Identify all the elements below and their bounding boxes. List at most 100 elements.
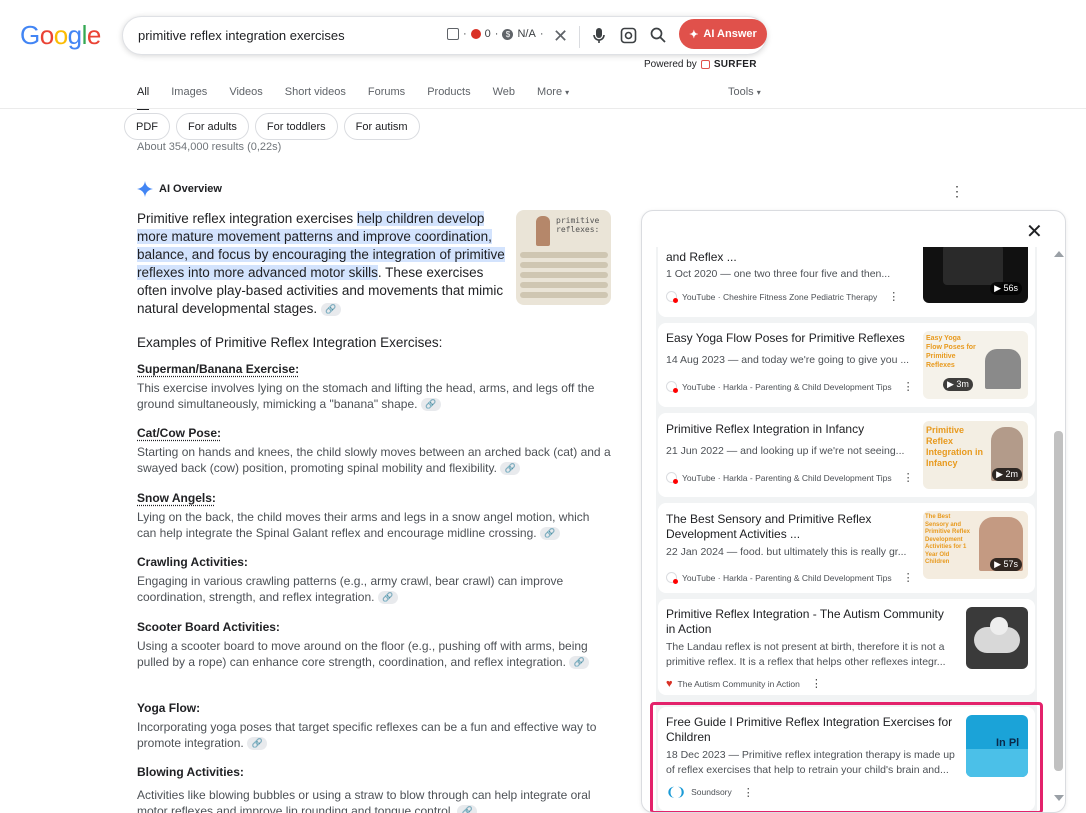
sources-list[interactable]: and Reflex ... 1 Oct 2020 — one two thre… [656,247,1037,812]
chip-for-adults[interactable]: For adults [176,113,249,140]
card-title[interactable]: Primitive Reflex Integration - The Autis… [666,607,956,637]
card-source: YouTube · Cheshire Fitness Zone Pediatri… [666,290,899,303]
card-title[interactable]: The Best Sensory and Primitive Reflex De… [666,512,906,542]
more-options-icon[interactable]: ⋮ [888,290,899,303]
card-snippet: 18 Dec 2023 — Primitive reflex integrati… [666,749,955,761]
card-source: ♥ The Autism Community in Action ⋮ [666,677,822,691]
link-icon[interactable]: 🔗 [457,805,478,813]
tab-web[interactable]: Web [493,86,515,110]
card-snippet: 21 Jun 2022 — and looking up if we're no… [666,445,905,457]
alert-icon [470,29,481,39]
example-title: Yoga Flow: [137,701,201,715]
example-desc: Starting on hands and knees, the child s… [137,445,611,475]
more-options-icon[interactable]: ⋮ [950,183,964,200]
example-item: Cat/Cow Pose: Starting on hands and knee… [137,426,612,476]
ai-overview-title: AI Overview [159,183,222,195]
source-thumbnail[interactable] [966,607,1028,669]
tab-short-videos[interactable]: Short videos [285,86,346,110]
ai-answer-button[interactable]: ✦ AI Answer [679,19,767,49]
source-card[interactable]: and Reflex ... 1 Oct 2020 — one two thre… [658,247,1035,317]
thumbnail-text: Primitive Reflex Integration in Infancy [926,425,983,468]
tab-all[interactable]: All [137,86,150,110]
link-icon[interactable]: 🔗 [420,398,441,412]
link-icon[interactable]: 🔗 [569,656,590,670]
example-title: Scooter Board Activities: [137,620,280,634]
link-icon[interactable]: 🔗 [320,302,341,316]
search-tabs: All Images Videos Short videos Forums Pr… [137,86,591,110]
ai-overview-intro: Primitive reflex integration exercises h… [137,211,505,316]
overview-thumbnail[interactable]: primitive reflexes: [516,210,611,305]
thumbnail-text: Easy Yoga Flow Poses for Primitive Refle… [926,335,976,369]
video-thumbnail[interactable]: Primitive Reflex Integration in Infancy … [923,421,1028,489]
search-input[interactable]: primitive reflex integration exercises [138,28,345,43]
youtube-icon [666,291,678,303]
search-icon[interactable] [650,27,666,48]
example-desc: Engaging in various crawling patterns (e… [137,574,564,604]
example-desc: Activities like blowing bubbles or using… [137,788,591,813]
scroll-down-arrow[interactable] [1054,795,1064,801]
scrollbar-thumb[interactable] [1054,431,1063,771]
example-desc: This exercise involves lying on the stom… [137,381,595,411]
more-options-icon[interactable]: ⋮ [903,380,914,393]
scroll-up-arrow[interactable] [1054,251,1064,257]
chip-for-autism[interactable]: For autism [343,113,420,140]
chevron-down-icon: ▾ [756,88,761,97]
google-logo[interactable]: Google [20,20,101,51]
more-options-icon[interactable]: ⋮ [903,471,914,484]
result-stats: About 354,000 results (0,22s) [137,141,282,153]
more-options-icon[interactable]: ⋮ [743,786,754,799]
chip-for-toddlers[interactable]: For toddlers [254,113,338,140]
lens-icon[interactable] [620,27,637,49]
ext-count: 0 [484,28,491,40]
link-icon[interactable]: 🔗 [500,462,521,476]
ext-na: N/A [517,28,536,40]
link-icon[interactable]: 🔗 [247,737,268,751]
link-icon[interactable]: 🔗 [377,591,398,605]
example-item: Superman/Banana Exercise: This exercise … [137,362,612,412]
tools-button[interactable]: Tools ▾ [728,86,761,98]
chip-pdf[interactable]: PDF [124,113,170,140]
card-title[interactable]: Primitive Reflex Integration in Infancy [666,422,916,437]
video-thumbnail[interactable]: The Best Sensory and Primitive Reflex De… [923,511,1028,579]
tab-forums[interactable]: Forums [368,86,405,110]
source-thumbnail[interactable]: In Pl [966,715,1028,777]
card-title[interactable]: Free Guide I Primitive Reflex Integratio… [666,715,961,745]
example-title[interactable]: Superman/Banana Exercise: [137,362,612,376]
card-title[interactable]: and Reflex ... [666,250,737,265]
card-snippet: 22 Jan 2024 — food. but ultimately this … [666,546,907,558]
search-box[interactable]: primitive reflex integration exercises ·… [122,16,767,55]
heart-icon: ♥ [666,677,673,690]
youtube-icon [666,472,678,484]
sparkle-icon: ✦ [689,28,699,41]
more-options-icon[interactable]: ⋮ [811,677,822,690]
example-title: Blowing Activities: [137,765,244,779]
card-source: ❨❩ Soundsory ⋮ [666,785,754,799]
source-card[interactable]: Easy Yoga Flow Poses for Primitive Refle… [658,323,1035,407]
mic-icon[interactable] [591,27,607,50]
example-item: Blowing Activities: Activities like blow… [137,765,612,813]
source-card[interactable]: Primitive Reflex Integration in Infancy … [658,413,1035,497]
example-title[interactable]: Snow Angels: [137,491,612,505]
video-thumbnail[interactable]: Easy Yoga Flow Poses for Primitive Refle… [923,331,1028,399]
thumbnail-rows [520,252,608,302]
card-snippet: of reflex exercises that help to retrain… [666,764,949,776]
example-desc: Lying on the back, the child moves their… [137,510,590,540]
source-card[interactable]: Primitive Reflex Integration - The Autis… [658,599,1035,695]
source-card[interactable]: Free Guide I Primitive Reflex Integratio… [658,707,1035,811]
video-duration: ▶ 3m [943,378,973,391]
tab-images[interactable]: Images [171,86,207,110]
card-title[interactable]: Easy Yoga Flow Poses for Primitive Refle… [666,331,916,346]
checkbox-icon[interactable] [447,28,459,40]
more-options-icon[interactable]: ⋮ [903,571,914,584]
clear-icon[interactable]: ✕ [553,26,568,47]
close-icon[interactable]: ✕ [1026,219,1043,244]
tab-more[interactable]: More ▾ [537,86,569,110]
video-duration: ▶ 2m [992,468,1022,481]
example-title[interactable]: Cat/Cow Pose: [137,426,612,440]
link-icon[interactable]: 🔗 [539,527,560,541]
video-thumbnail[interactable]: ▶ 56s [923,247,1028,303]
source-card[interactable]: The Best Sensory and Primitive Reflex De… [658,503,1035,593]
tab-videos[interactable]: Videos [229,86,262,110]
tab-products[interactable]: Products [427,86,470,110]
example-item: Scooter Board Activities: Using a scoote… [137,620,612,670]
